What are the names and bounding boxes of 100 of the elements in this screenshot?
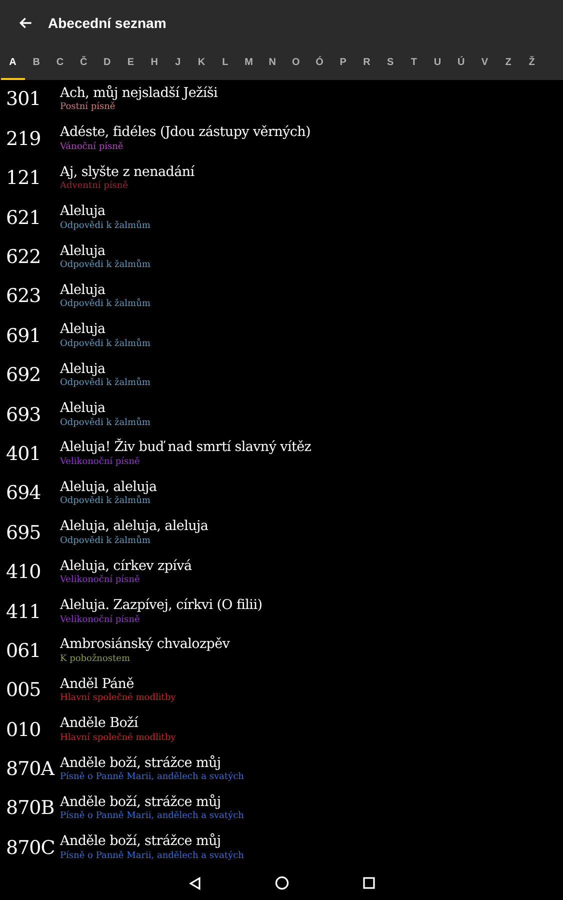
song-category: Odpovědi k žalmům: [60, 497, 152, 506]
song-title: Ach, můj nejsladší Ježíši: [60, 86, 218, 100]
song-row[interactable]: 010 Anděle Boží Hlavní společné modlitby: [0, 710, 563, 750]
song-category: Odpovědi k žalmům: [60, 222, 150, 231]
song-row[interactable]: 621 Aleluja Odpovědi k žalmům: [0, 198, 563, 238]
song-category: K pobožnostem: [60, 654, 131, 664]
letter-tab[interactable]: D: [95, 46, 119, 80]
letter-tab[interactable]: C: [48, 46, 72, 80]
song-row[interactable]: 694 Aleluja, aleluja Odpovědi k žalmům: [0, 474, 563, 514]
letter-tab[interactable]: Ú: [449, 46, 473, 80]
song-row[interactable]: 695 Aleluja, aleluja, aleluja Odpovědi k žalmům: [0, 513, 563, 553]
song-category: Písně o Panně Marii, andělech a svatých: [60, 852, 244, 861]
song-row[interactable]: 623 Aleluja Odpovědi k žalmům: [0, 276, 563, 316]
song-row[interactable]: 005 Anděl Páně Hlavní společné modlitby: [0, 670, 563, 710]
letter-tab[interactable]: A: [1, 46, 25, 80]
letter-tab[interactable]: L: [213, 46, 237, 80]
song-number: 411: [5, 600, 42, 625]
song-category: Postní písně: [60, 103, 116, 112]
song-number: 694: [5, 481, 42, 506]
song-row[interactable]: 410 Aleluja, církev zpívá Velikonoční písně: [0, 552, 563, 592]
song-number: 693: [5, 402, 42, 428]
song-number: 410: [5, 560, 42, 586]
song-title: Anděle boží, strážce můj: [60, 756, 222, 770]
letter-tab[interactable]: Ó: [308, 46, 332, 80]
letter-tab[interactable]: K: [190, 46, 214, 80]
song-category: Odpovědi k žalmům: [60, 300, 150, 310]
song-category: Písně o Panně Marii, andělech a svatých: [60, 773, 244, 782]
song-category: Odpovědi k žalmům: [60, 536, 152, 546]
song-number: 010: [5, 718, 42, 743]
letter-tab[interactable]: R: [354, 46, 378, 80]
letter-tab[interactable]: U: [426, 46, 450, 80]
song-row[interactable]: 061 Ambrosiánský chvalozpěv K pobožnostem: [0, 631, 563, 671]
song-row[interactable]: 870C Anděle boží, strážce můj Písně o Panně Marii, andělech a svatých: [0, 828, 563, 868]
song-number: 301: [5, 87, 42, 112]
song-row[interactable]: 401 Aleluja! Živ buď nad smrtí slavný vítěz Velikonoční písně: [0, 434, 563, 474]
song-number: 695: [5, 520, 42, 546]
song-title: Aleluja. Zazpívej, církvi (O filii): [60, 599, 262, 613]
song-title: Aleluja, aleluja, aleluja: [60, 520, 208, 534]
song-number: 691: [5, 324, 42, 349]
letter-tab[interactable]: H: [142, 46, 166, 80]
toolbar-title: Abecední seznam: [48, 14, 166, 32]
letter-tab[interactable]: T: [402, 46, 426, 80]
song-number: 219: [5, 126, 42, 152]
letter-tab[interactable]: Z: [496, 46, 520, 80]
song-row[interactable]: 870B Anděle boží, strážce můj Písně o Panně Marii, andělech a svatých: [0, 789, 563, 828]
song-title: Aleluja: [60, 402, 106, 416]
song-row[interactable]: 692 Aleluja Odpovědi k žalmům: [0, 356, 563, 396]
letter-tab[interactable]: Ž: [520, 46, 544, 80]
song-category: Odpovědi k žalmům: [60, 261, 150, 270]
song-row[interactable]: 301 Ach, můj nejsladší Ježíši Postní písně: [0, 80, 563, 120]
letter-tab[interactable]: J: [166, 46, 190, 80]
song-title: Anděle Boží: [60, 717, 139, 731]
home-icon[interactable]: [274, 876, 288, 890]
song-title: Adéste, fidéles (Jdou zástupy věrných): [60, 126, 310, 140]
song-category: Velikonoční písně: [60, 616, 141, 625]
letter-tab[interactable]: V: [472, 46, 496, 80]
song-category: Adventní písně: [60, 182, 130, 192]
song-category: Odpovědi k žalmům: [60, 340, 150, 349]
song-title: Aleluja, církev zpívá: [60, 560, 192, 574]
song-row[interactable]: 691 Aleluja Odpovědi k žalmům: [0, 316, 563, 356]
song-number: 870B: [5, 796, 56, 822]
song-row[interactable]: 693 Aleluja Odpovědi k žalmům: [0, 395, 563, 435]
song-row[interactable]: 219 Adéste, fidéles (Jdou zástupy věrných) Vánoční písně: [0, 119, 563, 159]
song-title: Aleluja: [60, 323, 106, 337]
song-title: Aleluja: [60, 284, 106, 298]
letter-tab[interactable]: P: [331, 46, 355, 80]
song-row[interactable]: 121 Aj, slyšte z nenadání Adventní písně: [0, 158, 563, 198]
song-title: Ambrosiánský chvalozpěv: [60, 638, 230, 652]
letter-tab[interactable]: M: [236, 46, 261, 80]
song-title: Aleluja: [60, 205, 106, 219]
letter-tab[interactable]: S: [378, 46, 402, 80]
letter-tab[interactable]: B: [24, 46, 48, 80]
song-category: Vánoční písně: [60, 142, 124, 152]
letter-tab[interactable]: O: [284, 46, 308, 80]
song-row[interactable]: 411 Aleluja. Zazpívej, církvi (O filii) Velikonoční písně: [0, 592, 563, 632]
song-number: 692: [5, 363, 42, 388]
song-number: 061: [5, 638, 42, 664]
song-category: Hlavní společné modlitby: [60, 734, 176, 743]
song-title: Aj, slyšte z nenadání: [60, 166, 194, 180]
song-number: 870C: [5, 836, 56, 861]
song-number: 121: [5, 166, 42, 192]
overview-icon[interactable]: [362, 877, 374, 889]
song-category: Velikonoční písně: [60, 576, 141, 586]
song-row[interactable]: 870A Anděle boží, strážce můj Písně o Panně Marii, andělech a svatých: [0, 750, 563, 790]
song-row[interactable]: 622 Aleluja Odpovědi k žalmům: [0, 238, 563, 277]
back-icon[interactable]: [188, 876, 200, 890]
song-category: Písně o Panně Marii, andělech a svatých: [60, 812, 244, 822]
song-number: 005: [5, 678, 42, 704]
song-number: 870A: [5, 757, 56, 782]
song-title: Aleluja, aleluja: [60, 480, 157, 494]
song-title: Aleluja: [60, 244, 106, 258]
back-icon[interactable]: [18, 15, 34, 31]
letter-tab[interactable]: N: [260, 46, 284, 80]
song-category: Odpovědi k žalmům: [60, 379, 150, 388]
letter-tab[interactable]: E: [118, 46, 143, 80]
song-title: Aleluja! Živ buď nad smrtí slavný vítěz: [60, 441, 312, 455]
letter-tab[interactable]: Č: [72, 46, 96, 80]
song-category: Velikonoční písně: [60, 458, 141, 467]
song-number: 622: [5, 245, 42, 270]
song-category: Odpovědi k žalmům: [60, 418, 150, 428]
